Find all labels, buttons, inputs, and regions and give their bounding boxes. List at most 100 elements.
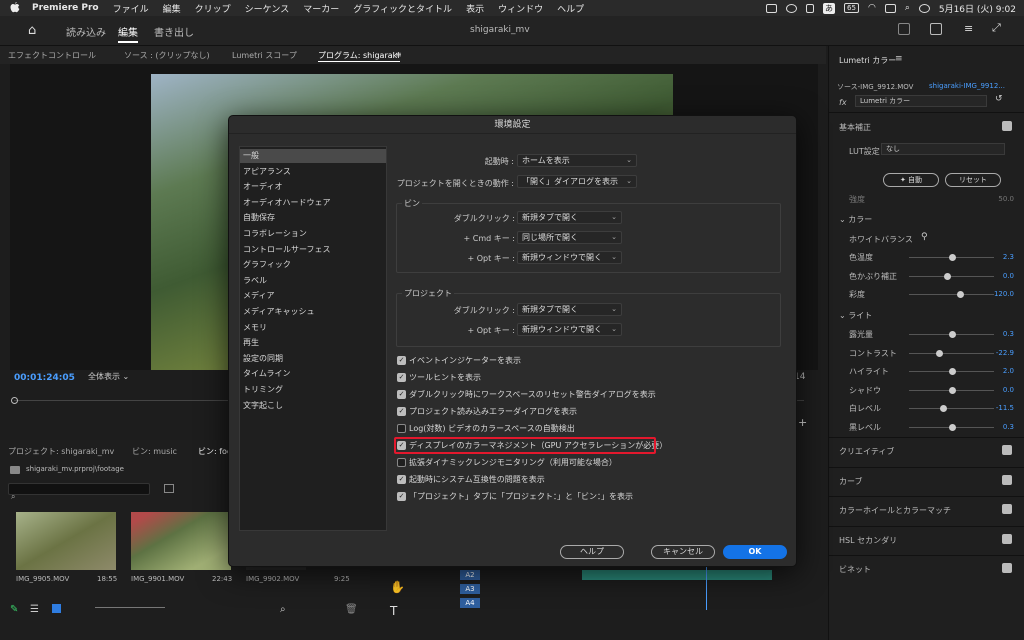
section-header[interactable]: カラーホイールとカラーマッチ [839,505,951,516]
section-color[interactable]: ⌄ カラー [839,214,872,225]
preference-checkbox[interactable]: Log(対数) ビデオのカラースペースの自動検出 [397,422,575,434]
checkbox-basic[interactable] [1002,121,1012,131]
zoom-select[interactable]: 全体表示 ⌄ [88,371,148,383]
slider-knob[interactable] [948,423,956,431]
bin-option-select[interactable]: 新規ウィンドウで開く ⌄ [517,251,622,264]
slider-track[interactable] [909,349,994,357]
lut-select[interactable]: なし [881,143,1005,155]
section-basic[interactable]: 基本補正 [839,122,871,133]
panel-menu-icon[interactable]: ≡ [895,54,903,64]
section-checkbox[interactable] [1002,474,1012,485]
control-center-icon[interactable] [884,3,896,13]
section-header[interactable]: ビネット [839,564,871,575]
slider-knob[interactable] [935,349,943,357]
home-icon[interactable]: ⌂ [28,23,36,38]
category-item[interactable]: コラボレーション [240,227,386,241]
preference-checkbox[interactable]: ✓ 起動時にシステム互換性の問題を表示 [397,473,545,485]
fullscreen-icon[interactable]: ⤢ [992,21,1001,35]
slider-value[interactable]: 0.0 [1003,272,1014,280]
tab-effect-controls[interactable]: エフェクトコントロール [8,50,96,61]
bin-option-select[interactable]: 同じ場所で開く ⌄ [517,231,622,244]
category-item[interactable]: ラベル [240,274,386,288]
tab-import[interactable]: 読み込み [66,24,106,39]
trash-icon[interactable]: 🗑 [345,604,358,615]
section-light[interactable]: ⌄ ライト [839,310,872,321]
checkbox[interactable]: ✓ [397,474,406,484]
checkbox[interactable]: ✓ [397,491,406,501]
section-checkbox[interactable] [1002,504,1012,514]
checkbox[interactable]: ✓ [397,355,406,365]
intensity-value[interactable]: 50.0 [998,195,1014,203]
section-checkbox[interactable] [1002,445,1012,455]
section-header[interactable]: HSL セカンダリ [839,535,897,546]
creative-cloud-icon[interactable] [786,3,798,13]
playhead[interactable] [706,560,707,610]
category-item[interactable]: メディア [240,289,386,303]
audio-clip[interactable] [582,570,772,580]
preference-checkbox[interactable]: 拡張ダイナミックレンジモニタリング（利用可能な場合） [397,456,617,468]
add-button-icon[interactable]: + [798,416,807,429]
project-option-select[interactable]: 新規タブで開く ⌄ [517,303,622,316]
category-item[interactable]: トリミング [240,383,386,397]
category-item[interactable]: 一般 [240,149,386,163]
in-point-icon[interactable] [11,397,18,404]
slider-track[interactable] [909,254,994,261]
source-clip[interactable]: ソース-IMG_9912.MOV [837,82,913,92]
tab-export[interactable]: 書き出し [154,24,194,39]
tab-lumetri-scopes[interactable]: Lumetri スコープ [232,50,297,61]
icon-view-icon[interactable] [52,604,61,613]
effect-select[interactable]: Lumetri カラー [855,95,987,107]
category-item[interactable]: コントロールサーフェス [240,243,386,257]
bin-option-select[interactable]: 新規タブで開く ⌄ [517,211,622,224]
battery-icon[interactable]: 65 [844,3,859,13]
search-icon[interactable]: ⌕ [280,604,286,615]
section-header[interactable]: カーブ [839,476,863,487]
bluetooth-icon[interactable] [806,3,815,13]
preference-checkbox[interactable]: ✓ 「プロジェクト」タブに「プロジェクト：」と「ビン：」を表示 [397,490,633,502]
track-label[interactable]: A2 [460,570,480,580]
section-checkbox[interactable] [1002,533,1012,544]
category-item[interactable]: 文字起こし [240,399,386,413]
slider-knob[interactable] [940,405,947,412]
siri-icon[interactable] [918,3,930,13]
checkbox[interactable] [397,457,406,467]
share-icon[interactable] [930,23,942,35]
hand-tool-icon[interactable]: ✋ [390,580,405,594]
slider-track[interactable] [909,331,994,338]
slider-track[interactable] [909,386,994,394]
sequence-clip[interactable]: shigaraki-IMG_9912... [929,82,1005,90]
help-button[interactable]: ヘルプ [560,545,624,559]
category-item[interactable]: メモリ [240,321,386,335]
tab-edit[interactable]: 編集 [118,24,138,43]
clock[interactable]: 5月16日 (火) 9:02 [939,2,1016,15]
progress-icon[interactable]: ≡ [964,22,973,35]
slider-track[interactable] [909,272,994,280]
startup-select[interactable]: ホームを表示 ⌄ [517,154,637,167]
slider-value[interactable]: 2.0 [1003,367,1014,375]
checkbox[interactable] [397,423,406,433]
section-header[interactable]: クリエイティブ [839,446,894,457]
slider-track[interactable] [909,423,994,431]
category-item[interactable]: 自動保存 [240,211,386,225]
workspace-icon[interactable] [898,23,910,35]
menu-graphics[interactable]: グラフィックとタイトル [353,2,452,15]
section-checkbox[interactable] [1002,563,1012,573]
menu-clip[interactable]: クリップ [195,2,231,15]
menu-sequence[interactable]: シーケンス [245,2,290,15]
menu-app[interactable]: Premiere Pro [32,3,99,13]
search-icon[interactable]: ⌕ [905,3,910,13]
checkbox[interactable]: ✓ [397,372,406,382]
project-tab[interactable]: プロジェクト: shigaraki_mv [8,446,114,457]
slider-knob[interactable] [948,368,956,375]
auto-button[interactable]: ✦ 自動 [883,173,939,187]
category-item[interactable]: グラフィック [240,258,386,272]
category-item[interactable]: メディアキャッシュ [240,305,386,319]
preference-checkbox[interactable]: ✓ イベントインジケーターを表示 [397,354,521,366]
type-tool-icon[interactable]: T [390,604,397,618]
category-item[interactable]: アピアランス [240,165,386,179]
slider-value[interactable]: 0.3 [1003,330,1014,338]
slider-knob[interactable] [948,331,956,338]
preference-checkbox[interactable]: ✓ ツールヒントを表示 [397,371,481,383]
slider-knob[interactable] [944,272,952,280]
track-label[interactable]: A4 [460,598,480,608]
